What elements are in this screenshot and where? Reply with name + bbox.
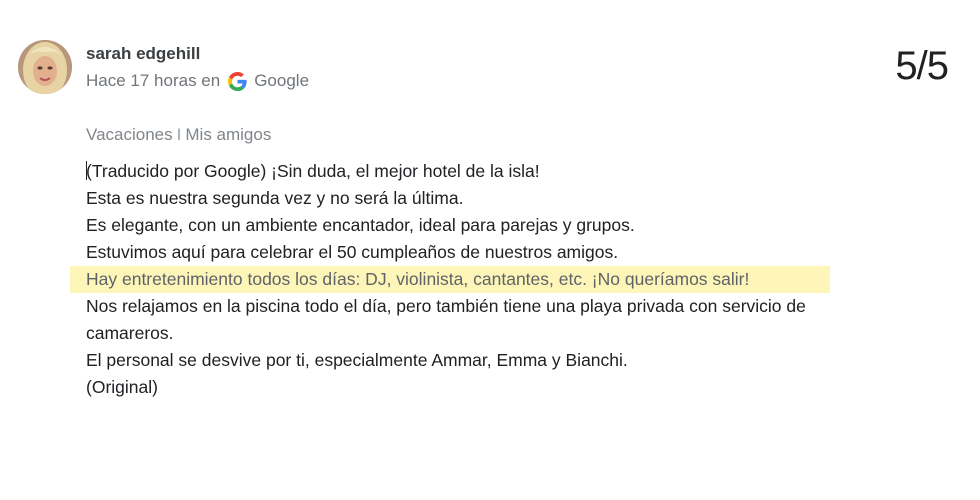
review-line: (Traducido por Google) ¡Sin duda, el mej…: [86, 158, 906, 185]
avatar[interactable]: [18, 40, 72, 94]
original-text-link[interactable]: (Original): [86, 374, 906, 401]
review-meta: Hace 17 horas en Google: [86, 71, 309, 91]
review-line: Esta es nuestra segunda vez y no será la…: [86, 188, 464, 208]
review-source: Google: [254, 71, 310, 90]
tag-separator: I: [176, 125, 182, 144]
author-name[interactable]: sarah edgehill: [86, 44, 200, 64]
review-line: El personal se desvive por ti, especialm…: [86, 350, 628, 370]
review-line-text: (Traducido por Google) ¡Sin duda, el mej…: [86, 161, 540, 181]
trip-tag: Vacaciones: [86, 125, 173, 144]
review-line: Es elegante, con un ambiente encantador,…: [86, 215, 635, 235]
review-line: camareros.: [86, 323, 174, 343]
google-g-icon: [228, 71, 247, 91]
trip-tag: Mis amigos: [185, 125, 272, 144]
review-time: Hace 17 horas en: [86, 71, 221, 90]
rating-score: 5/5: [895, 44, 949, 88]
user-avatar-photo-icon: [18, 40, 72, 94]
trip-tags: Vacaciones I Mis amigos: [86, 125, 271, 145]
review-text: (Traducido por Google) ¡Sin duda, el mej…: [70, 158, 906, 401]
review-line: Nos relajamos en la piscina todo el día,…: [86, 296, 806, 316]
review-card: sarah edgehill Hace 17 horas en Google 5…: [0, 0, 980, 500]
review-line: Estuvimos aquí para celebrar el 50 cumpl…: [86, 242, 619, 262]
highlighted-review-line: Hay entretenimiento todos los días: DJ, …: [70, 266, 830, 293]
